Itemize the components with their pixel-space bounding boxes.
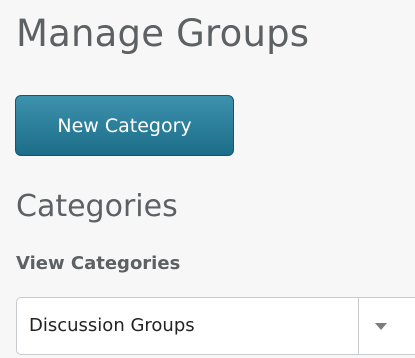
view-categories-label: View Categories [16, 253, 181, 274]
select-value: Discussion Groups [29, 315, 195, 336]
view-categories-select[interactable]: Discussion Groups [16, 297, 415, 355]
new-category-button[interactable]: New Category [15, 95, 234, 156]
page-title: Manage Groups [16, 12, 310, 55]
categories-heading: Categories [16, 189, 178, 224]
select-divider [358, 298, 359, 354]
chevron-down-icon[interactable] [374, 322, 388, 331]
